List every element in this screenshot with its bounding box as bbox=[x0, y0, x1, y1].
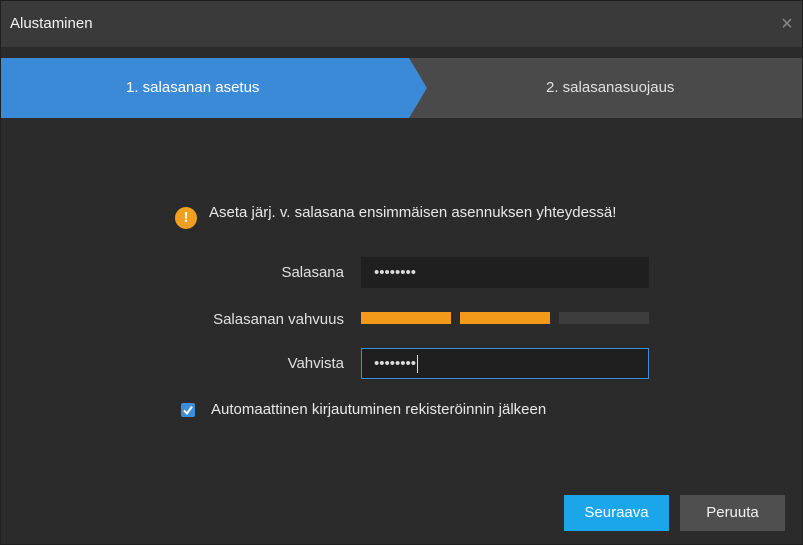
text-caret bbox=[417, 355, 419, 374]
auto-login-label[interactable]: Automaattinen kirjautuminen rekisteröinn… bbox=[211, 401, 546, 419]
checkmark-icon bbox=[183, 405, 193, 416]
strength-segment-3 bbox=[559, 312, 649, 324]
confirm-value: •••••••• bbox=[374, 355, 417, 372]
confirm-label: Vahvista bbox=[287, 355, 344, 372]
step-indicator: 1. salasanan asetus 2. salasanasuojaus bbox=[1, 58, 802, 118]
cancel-button[interactable]: Peruuta bbox=[680, 495, 785, 531]
next-button[interactable]: Seuraava bbox=[564, 495, 669, 531]
window-title: Alustaminen bbox=[10, 15, 93, 32]
password-input[interactable]: •••••••• bbox=[361, 257, 649, 288]
notice-text: Aseta järj. v. salasana ensimmäisen asen… bbox=[209, 204, 617, 221]
title-bar[interactable]: Alustaminen × bbox=[1, 1, 802, 47]
close-icon[interactable]: × bbox=[776, 13, 798, 35]
step-2-label: 2. salasanasuojaus bbox=[546, 79, 675, 96]
confirm-password-input[interactable]: •••••••• bbox=[361, 348, 649, 379]
password-value: •••••••• bbox=[374, 264, 417, 281]
strength-meter bbox=[361, 312, 649, 324]
strength-label: Salasanan vahvuus bbox=[213, 311, 344, 328]
auto-login-checkbox[interactable] bbox=[181, 403, 195, 417]
warning-icon: ! bbox=[175, 207, 197, 229]
strength-segment-1 bbox=[361, 312, 451, 324]
password-label: Salasana bbox=[281, 264, 344, 281]
setup-dialog: Alustaminen × 1. salasanan asetus 2. sal… bbox=[0, 0, 803, 545]
step-1-label: 1. salasanan asetus bbox=[126, 79, 260, 96]
strength-segment-2 bbox=[460, 312, 550, 324]
